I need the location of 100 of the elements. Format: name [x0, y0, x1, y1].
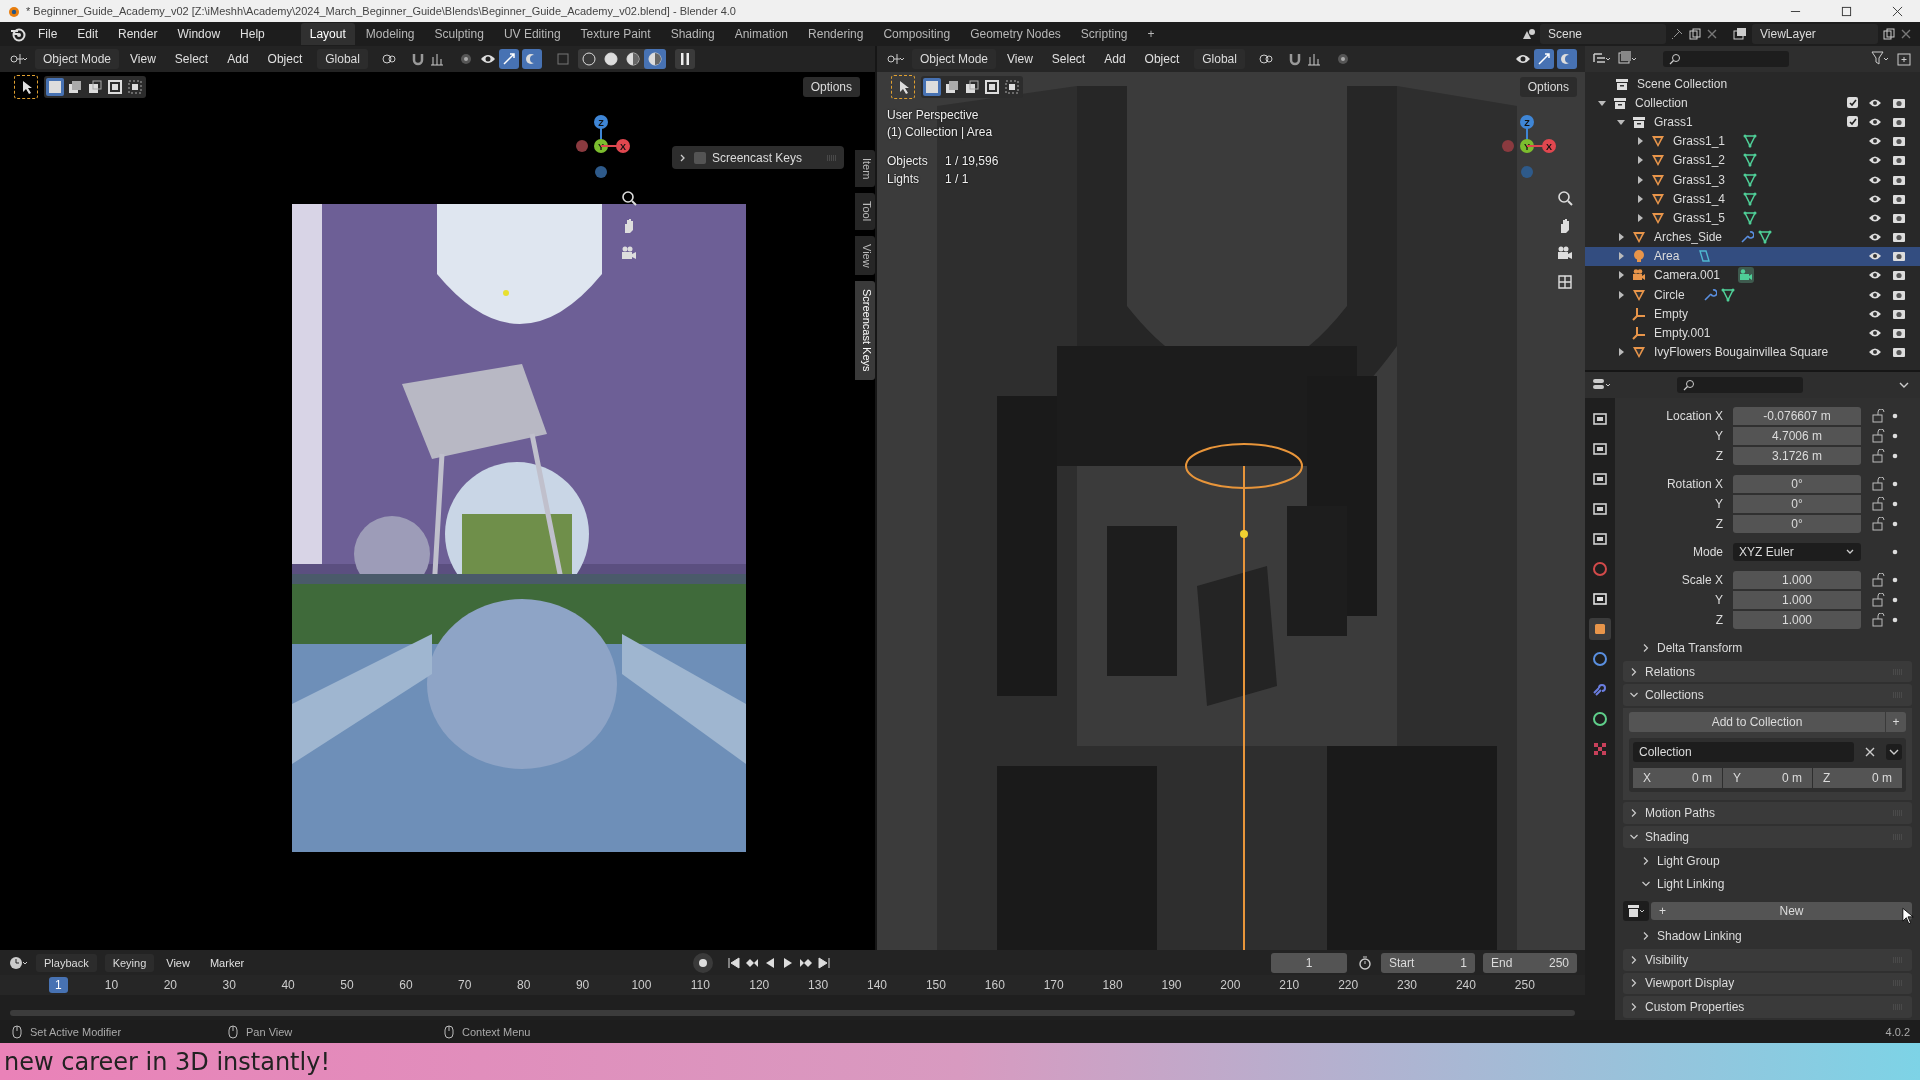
- outliner-row[interactable]: Grass1_5: [1585, 208, 1920, 228]
- menu-item[interactable]: Add: [1096, 50, 1134, 68]
- add-to-collection-button[interactable]: Add to Collection: [1629, 712, 1885, 733]
- outliner-item[interactable]: Scene Collection: [1637, 76, 1728, 91]
- menu-item[interactable]: Marker: [201, 954, 253, 971]
- panel-header[interactable]: Visibility: [1645, 952, 1689, 967]
- chevron-icon[interactable]: [1629, 1002, 1639, 1013]
- select-invert-icon[interactable]: [106, 78, 124, 96]
- scene-icon[interactable]: [1520, 26, 1536, 42]
- outliner-item[interactable]: Grass1: [1654, 114, 1693, 129]
- workspace-tab[interactable]: Sculpting: [425, 23, 493, 45]
- camera-icon[interactable]: [1892, 326, 1906, 341]
- panel-header[interactable]: Motion Paths: [1645, 806, 1716, 821]
- camera-icon[interactable]: [1892, 153, 1906, 168]
- keyframe-dot-icon[interactable]: [1891, 575, 1899, 584]
- jump-start-icon[interactable]: [726, 955, 741, 970]
- grid-icon[interactable]: [1555, 272, 1575, 292]
- panel-header[interactable]: Shading: [1645, 829, 1690, 844]
- mesh-data-icon[interactable]: [1743, 172, 1758, 187]
- camera-icon[interactable]: [1892, 345, 1906, 360]
- menu-item[interactable]: View: [158, 954, 198, 971]
- outliner-item[interactable]: Collection: [1635, 95, 1688, 110]
- stopwatch-icon[interactable]: [1357, 954, 1373, 971]
- lock-icon[interactable]: [1871, 612, 1885, 627]
- keyframe-dot-icon[interactable]: [1891, 615, 1899, 624]
- chevron-icon[interactable]: [1641, 855, 1651, 866]
- mesh-data-icon[interactable]: [1743, 191, 1758, 206]
- lock-icon[interactable]: [1871, 572, 1885, 587]
- select-subtract-icon[interactable]: [86, 78, 104, 96]
- workspace-tab[interactable]: Texture Paint: [571, 23, 660, 45]
- camera-icon[interactable]: [1892, 249, 1906, 264]
- mode-dropdown[interactable]: Object Mode: [912, 49, 997, 69]
- outliner-row[interactable]: Grass1_2: [1585, 150, 1920, 170]
- menu-item[interactable]: View: [999, 50, 1041, 68]
- menu-item[interactable]: Object: [1136, 50, 1188, 68]
- outliner-item[interactable]: Empty: [1654, 306, 1688, 321]
- keyframe-dot-icon[interactable]: [1891, 499, 1899, 508]
- workspace-tab[interactable]: Animation: [725, 23, 798, 45]
- outliner-item[interactable]: Grass1_2: [1673, 153, 1726, 168]
- search-icon[interactable]: [1669, 53, 1681, 65]
- add-workspace-button[interactable]: +: [1138, 23, 1164, 45]
- close-icon[interactable]: [1900, 28, 1912, 40]
- disclosure-triangle-icon[interactable]: [1635, 136, 1645, 147]
- workspace-tab[interactable]: Rendering: [799, 23, 873, 45]
- lock-icon[interactable]: [1871, 448, 1885, 463]
- pause-icon[interactable]: [675, 49, 695, 69]
- lock-icon[interactable]: [1871, 592, 1885, 607]
- outliner-row[interactable]: Grass1_3: [1585, 169, 1920, 190]
- keyframe-dot-icon[interactable]: [1891, 519, 1899, 528]
- outliner-row[interactable]: Circle: [1585, 285, 1920, 305]
- select-new-icon[interactable]: [923, 78, 941, 96]
- copy-icon[interactable]: [1688, 27, 1702, 41]
- panel-header[interactable]: Shadow Linking: [1657, 929, 1742, 943]
- negative-axis-dot-icon[interactable]: [595, 166, 607, 178]
- overlay-toggle-icon[interactable]: [1557, 49, 1577, 69]
- workspace-tab[interactable]: Layout: [300, 23, 355, 45]
- menu-item[interactable]: File: [30, 25, 66, 43]
- new-collection-icon[interactable]: [1896, 51, 1912, 67]
- keyframe-dot-icon[interactable]: [1891, 411, 1899, 420]
- keyframe-dot-icon[interactable]: [1891, 595, 1899, 604]
- keyframe-dot-icon[interactable]: [1891, 451, 1899, 460]
- mesh-data-icon[interactable]: [1743, 210, 1758, 225]
- outliner-item[interactable]: Circle: [1654, 287, 1685, 302]
- outliner-item[interactable]: Grass1_5: [1673, 210, 1726, 225]
- panel-header[interactable]: Collections: [1645, 688, 1704, 703]
- zoom-icon[interactable]: [619, 188, 639, 208]
- menu-item[interactable]: Window: [169, 25, 229, 43]
- panel-header[interactable]: Light Group: [1657, 853, 1720, 868]
- collection-name-field[interactable]: Collection: [1633, 742, 1854, 763]
- panel-header[interactable]: Light Linking: [1657, 877, 1725, 892]
- lock-icon[interactable]: [1871, 516, 1885, 531]
- playhead[interactable]: 1: [49, 977, 68, 993]
- offset-field[interactable]: X 0 m: [1633, 768, 1722, 789]
- sidebar-tab[interactable]: Screencast Keys: [855, 281, 875, 380]
- copy-icon[interactable]: [1882, 27, 1896, 41]
- menu-item[interactable]: Add: [219, 50, 257, 68]
- pin-icon[interactable]: [1670, 27, 1684, 41]
- menu-item[interactable]: Playback: [36, 953, 97, 972]
- search-icon[interactable]: [1683, 379, 1695, 391]
- close-icon[interactable]: [1892, 5, 1903, 17]
- options-dropdown[interactable]: Options: [1519, 77, 1577, 97]
- menu-item[interactable]: View: [122, 50, 164, 68]
- number-field[interactable]: 1.000: [1733, 570, 1861, 589]
- options-dropdown[interactable]: Options: [802, 77, 860, 97]
- search-field[interactable]: [1663, 51, 1789, 67]
- orientation-dropdown[interactable]: Global: [1194, 49, 1245, 69]
- cursor-tool-icon[interactable]: [14, 75, 38, 99]
- select-extend-icon[interactable]: [66, 78, 84, 96]
- select-extend-icon[interactable]: [943, 78, 961, 96]
- chevron-icon[interactable]: [1629, 666, 1639, 677]
- outliner-item[interactable]: Grass1_1: [1673, 134, 1726, 149]
- mode-dropdown[interactable]: Object Mode: [35, 49, 120, 69]
- number-field[interactable]: 0°: [1733, 514, 1861, 533]
- wrench-icon[interactable]: [1740, 230, 1755, 245]
- outliner-item[interactable]: Grass1_4: [1673, 191, 1726, 206]
- collection-picker-icon[interactable]: [1623, 901, 1649, 922]
- square-icon[interactable]: [1589, 618, 1611, 640]
- view-layer-field[interactable]: ViewLayer: [1752, 24, 1878, 44]
- layers-icon[interactable]: [1732, 26, 1748, 42]
- record-icon[interactable]: [692, 952, 713, 973]
